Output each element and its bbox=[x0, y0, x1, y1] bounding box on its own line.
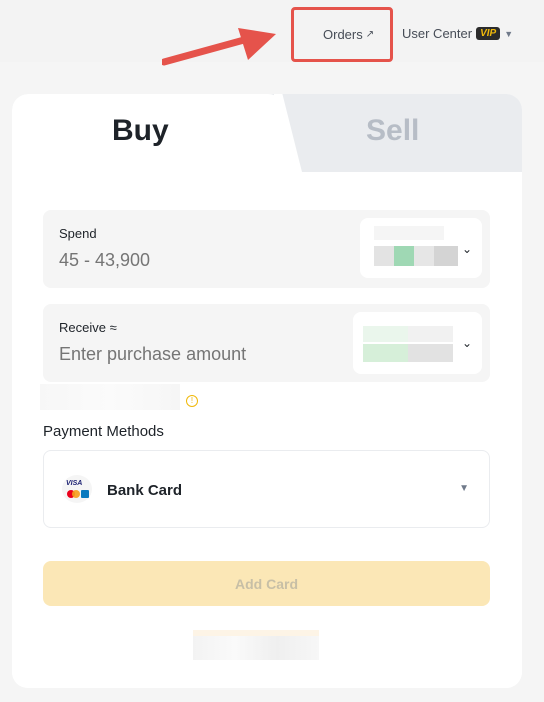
currency-placeholder bbox=[374, 246, 394, 266]
chevron-down-icon: ⌄ bbox=[461, 336, 472, 350]
user-center-label: User Center bbox=[402, 26, 473, 41]
receive-label: Receive ≈ bbox=[59, 320, 117, 335]
receive-currency-selector[interactable]: ⌄ bbox=[353, 312, 482, 374]
annotation-arrow-icon bbox=[162, 28, 276, 66]
currency-placeholder bbox=[408, 344, 453, 362]
receive-input[interactable] bbox=[59, 344, 339, 365]
caret-down-icon: ▼ bbox=[459, 483, 469, 494]
spend-currency-selector[interactable]: ⌄ bbox=[360, 218, 482, 278]
footer-placeholder bbox=[193, 630, 319, 636]
external-link-icon: ↗ bbox=[365, 29, 375, 40]
currency-placeholder bbox=[374, 226, 444, 240]
trade-card: Buy Sell Spend ⌄ Receive ≈ ⌄ ! Payment M… bbox=[12, 94, 522, 688]
add-card-button[interactable]: Add Card bbox=[43, 561, 490, 606]
spend-field: Spend ⌄ bbox=[43, 210, 490, 288]
caret-down-icon: ▼ bbox=[504, 28, 514, 39]
currency-placeholder bbox=[434, 246, 458, 266]
info-icon[interactable]: ! bbox=[186, 395, 198, 407]
orders-label: Orders bbox=[323, 27, 363, 42]
payment-method-label: Bank Card bbox=[107, 482, 183, 499]
payment-methods-title: Payment Methods bbox=[43, 423, 164, 440]
rate-hint bbox=[40, 384, 180, 410]
tab-sell-label[interactable]: Sell bbox=[366, 114, 419, 148]
orders-link[interactable]: Orders ↗ bbox=[323, 27, 374, 42]
currency-placeholder bbox=[363, 344, 408, 362]
currency-placeholder bbox=[363, 326, 408, 342]
spend-input[interactable] bbox=[59, 250, 339, 271]
currency-placeholder bbox=[394, 246, 414, 266]
receive-field: Receive ≈ ⌄ bbox=[43, 304, 490, 382]
chevron-down-icon: ⌄ bbox=[461, 242, 472, 256]
user-center-menu[interactable]: User Center VIP ▼ bbox=[402, 26, 513, 41]
vip-badge: VIP bbox=[476, 27, 501, 40]
payment-method-select[interactable]: VISA Bank Card ▼ bbox=[43, 450, 490, 528]
spend-label: Spend bbox=[59, 226, 97, 241]
card-brands-icon: VISA bbox=[62, 475, 92, 503]
currency-placeholder bbox=[408, 326, 453, 342]
tab-buy-label[interactable]: Buy bbox=[112, 114, 169, 148]
currency-placeholder bbox=[414, 246, 434, 266]
